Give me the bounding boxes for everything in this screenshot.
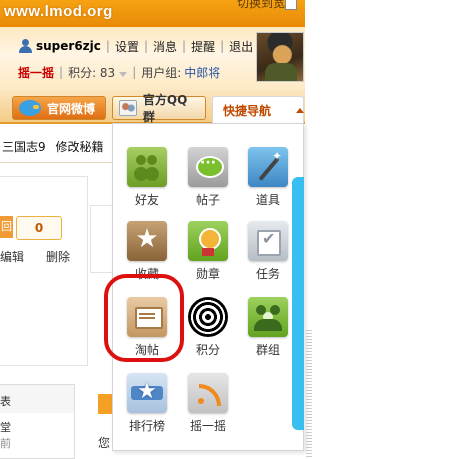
medal-icon <box>188 221 228 261</box>
messages-link[interactable]: 消息 <box>153 38 177 55</box>
separator: | <box>59 65 64 79</box>
quick-item-groups[interactable]: 群组 <box>238 297 298 358</box>
chevron-down-icon <box>119 71 128 77</box>
profile-card <box>0 176 88 366</box>
quick-item-tasks[interactable]: 任务 <box>238 221 298 282</box>
page-margin <box>305 0 464 459</box>
post-bubble-icon <box>188 147 228 187</box>
qq-group-icon <box>119 100 137 116</box>
group-icon <box>248 297 288 337</box>
shake-link[interactable]: 摇一摇 <box>18 64 54 81</box>
breadcrumb-item[interactable]: 修改秘籍 <box>55 140 103 154</box>
points-label: 积分: 83 <box>68 65 116 80</box>
separator: | <box>220 39 225 53</box>
side-list-box: 表 堂 前 <box>0 384 75 459</box>
side-list-title: 表 <box>0 395 11 408</box>
reminders-link[interactable]: 提醒 <box>191 38 215 55</box>
quick-item-label: 任务 <box>255 267 280 281</box>
quick-item-friends[interactable]: 好友 <box>117 147 177 208</box>
reply-count-badge: 0 <box>16 216 62 240</box>
group-label: 用户组: <box>141 65 182 80</box>
quick-nav-label: 快捷导航 <box>223 104 272 118</box>
quick-item-label: 积分 <box>195 343 220 357</box>
side-list-item[interactable]: 堂 <box>0 419 11 435</box>
group-value-link[interactable]: 中郎将 <box>184 64 220 81</box>
quick-item-label: 好友 <box>134 193 159 207</box>
quick-nav-button[interactable]: 快捷导航 <box>212 96 304 124</box>
star-icon <box>127 221 167 261</box>
quick-item-ranking[interactable]: 排行榜 <box>117 373 177 434</box>
quick-item-medals[interactable]: 勋章 <box>178 221 238 282</box>
task-check-icon <box>248 221 288 261</box>
separator: | <box>143 39 149 53</box>
separator: | <box>105 39 110 53</box>
site-logo[interactable]: www.lmod.org <box>4 3 113 20</box>
quick-item-label: 道具 <box>255 193 280 207</box>
separator: | <box>182 39 187 53</box>
target-icon <box>188 297 228 337</box>
edit-link[interactable]: 编辑 <box>0 250 24 264</box>
quick-item-props[interactable]: 道具 <box>238 147 298 208</box>
magic-wand-icon <box>248 147 288 187</box>
points-bar: 摇一摇 | 积分: 83 | 用户组: 中郎将 <box>18 63 220 81</box>
qq-group-label: 官方QQ群 <box>142 93 188 124</box>
username-link[interactable]: super6zjc <box>36 39 101 53</box>
points-dropdown[interactable]: 积分: 83 <box>68 64 128 81</box>
weibo-label: 官网微博 <box>47 101 96 116</box>
quick-item-label: 勋章 <box>195 267 220 281</box>
quick-item-favorites[interactable]: 收藏 <box>117 221 177 282</box>
quick-item-label: 群组 <box>255 343 280 357</box>
logout-link[interactable]: 退出 <box>229 38 253 55</box>
user-icon <box>18 39 34 53</box>
edit-actions: 编辑 删除 <box>0 248 70 265</box>
weibo-bird-icon <box>19 100 41 116</box>
scroll-track <box>306 330 312 459</box>
quick-item-posts[interactable]: 帖子 <box>178 147 238 208</box>
quick-item-label: 摇一摇 <box>189 419 226 433</box>
separator: | <box>132 65 137 79</box>
side-list-item[interactable]: 前 <box>0 435 11 451</box>
quick-item-shake[interactable]: 摇一摇 <box>178 373 238 434</box>
breadcrumb-item[interactable]: 三国志9 <box>2 140 46 154</box>
avatar[interactable] <box>256 32 304 82</box>
chevron-up-icon <box>296 108 304 113</box>
weibo-button[interactable]: 官网微博 <box>12 96 106 120</box>
friends-icon <box>127 147 167 187</box>
quick-item-points[interactable]: 积分 <box>178 297 238 358</box>
user-bar: super6zjc | 设置 | 消息 | 提醒 | 退出 <box>18 37 253 55</box>
divider <box>0 162 114 163</box>
delete-link[interactable]: 删除 <box>46 250 70 264</box>
highlight-annotation <box>104 274 184 362</box>
wide-mode-checkbox[interactable] <box>285 0 297 10</box>
rss-icon <box>188 373 228 413</box>
qq-group-button[interactable]: 官方QQ群 <box>112 93 206 124</box>
settings-link[interactable]: 设置 <box>115 38 139 55</box>
rank-badge-icon <box>127 373 167 413</box>
bottom-hint-text: 您 <box>98 436 111 450</box>
reply-counter-ribbon: 回 <box>0 216 13 238</box>
post-box-edge <box>90 205 114 273</box>
quick-item-label: 排行榜 <box>128 419 165 433</box>
breadcrumb: 三国志9 修改秘籍 1 <box>2 138 127 155</box>
quick-item-label: 帖子 <box>195 193 220 207</box>
